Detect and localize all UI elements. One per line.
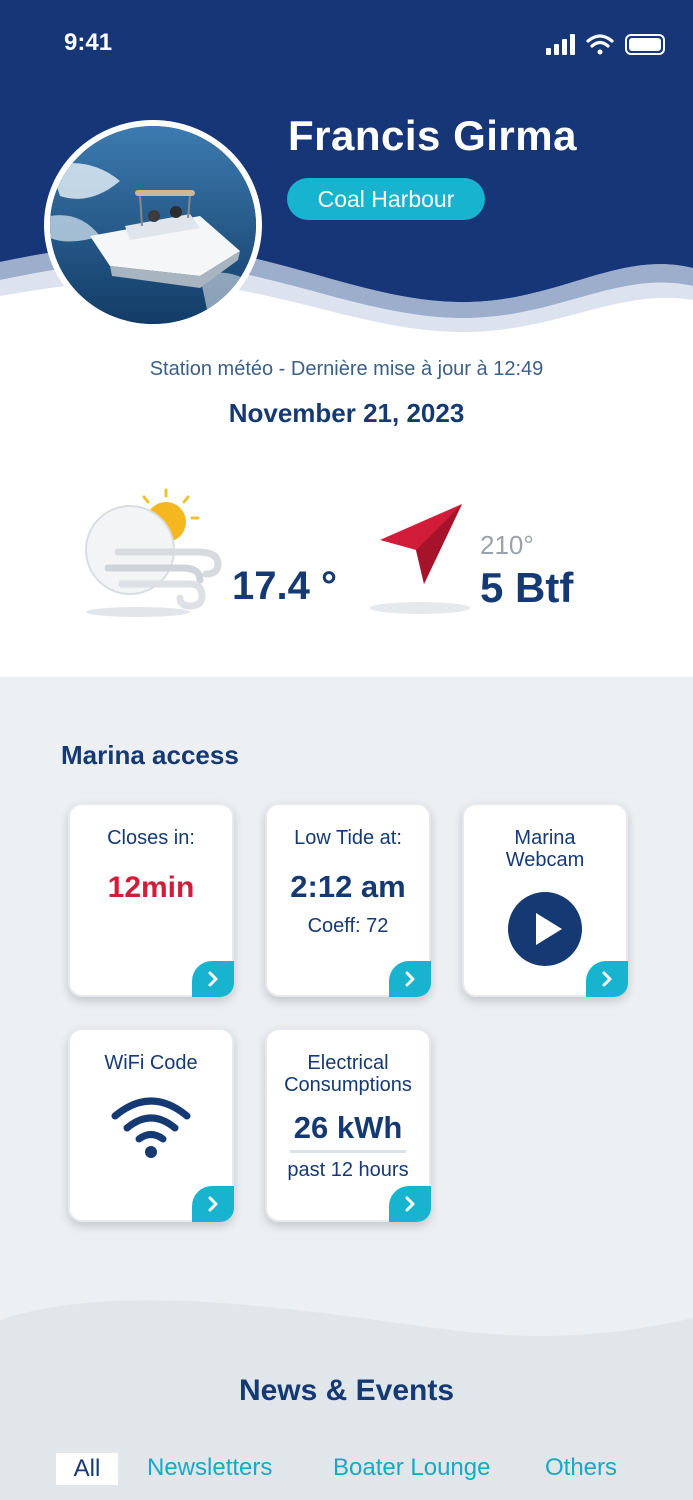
wifi-code-title: WiFi Code (104, 1052, 198, 1074)
tide-coefficient: Coeff: 72 (307, 915, 389, 937)
harbour-badge[interactable]: Coal Harbour (287, 178, 485, 220)
wind-direction-arrow-icon (366, 496, 476, 616)
news-events-title: News & Events (238, 1374, 455, 1407)
status-icons (544, 32, 668, 56)
partly-cloudy-windy-icon (78, 488, 228, 618)
chevron-right-icon[interactable] (586, 961, 628, 997)
wifi-code-card[interactable]: WiFi Code (68, 1028, 234, 1222)
weather-date: November 21, 2023 (228, 398, 465, 428)
filter-tab-boater-lounge[interactable]: Boater Lounge (333, 1454, 490, 1482)
wifi-icon (111, 1094, 191, 1158)
boat-photo (50, 126, 256, 324)
wifi-status-icon (586, 34, 614, 55)
battery-icon (625, 34, 665, 55)
electrical-consumption-card[interactable]: Electrical Consumptions 26 kWh past 12 h… (265, 1028, 431, 1222)
user-name: Francis Girma (288, 112, 577, 159)
signal-icon (546, 34, 575, 55)
electrical-period: past 12 hours (287, 1159, 409, 1181)
chevron-right-icon[interactable] (389, 961, 431, 997)
chevron-right-icon[interactable] (389, 1186, 431, 1222)
status-time: 9:41 (64, 29, 113, 56)
play-icon[interactable] (507, 891, 583, 967)
filter-tab-newsletters[interactable]: Newsletters (147, 1454, 272, 1482)
webcam-title-line2: Webcam (505, 849, 585, 871)
webcam-title: Marina Webcam (464, 827, 626, 871)
filter-tab-all[interactable]: All (56, 1453, 118, 1485)
electrical-title: Electrical Consumptions (267, 1052, 429, 1096)
low-tide-time: 2:12 am (290, 869, 406, 904)
closes-in-title: Closes in: (107, 827, 195, 849)
electrical-value: 26 kWh (289, 1110, 407, 1153)
wind-direction-degrees: 210° (480, 530, 534, 560)
marina-access-title: Marina access (61, 740, 239, 770)
chevron-right-icon[interactable] (192, 961, 234, 997)
temperature-value: 17.4 ° (232, 564, 337, 608)
electrical-title-line2: Consumptions (284, 1074, 412, 1096)
webcam-title-line1: Marina (514, 827, 576, 849)
weather-station-label: Station météo - Dernière mise à jour à 1… (149, 358, 544, 380)
low-tide-title: Low Tide at: (294, 827, 402, 849)
marina-webcam-card[interactable]: Marina Webcam (462, 803, 628, 997)
avatar[interactable] (44, 120, 262, 330)
low-tide-card[interactable]: Low Tide at: 2:12 am Coeff: 72 (265, 803, 431, 997)
closes-in-value: 12min (107, 871, 195, 904)
filter-tab-others[interactable]: Others (545, 1454, 617, 1482)
wind-force-value: 5 Btf (480, 564, 574, 611)
closes-in-card[interactable]: Closes in: 12min (68, 803, 234, 997)
chevron-right-icon[interactable] (192, 1186, 234, 1222)
electrical-title-line1: Electrical (307, 1052, 389, 1074)
